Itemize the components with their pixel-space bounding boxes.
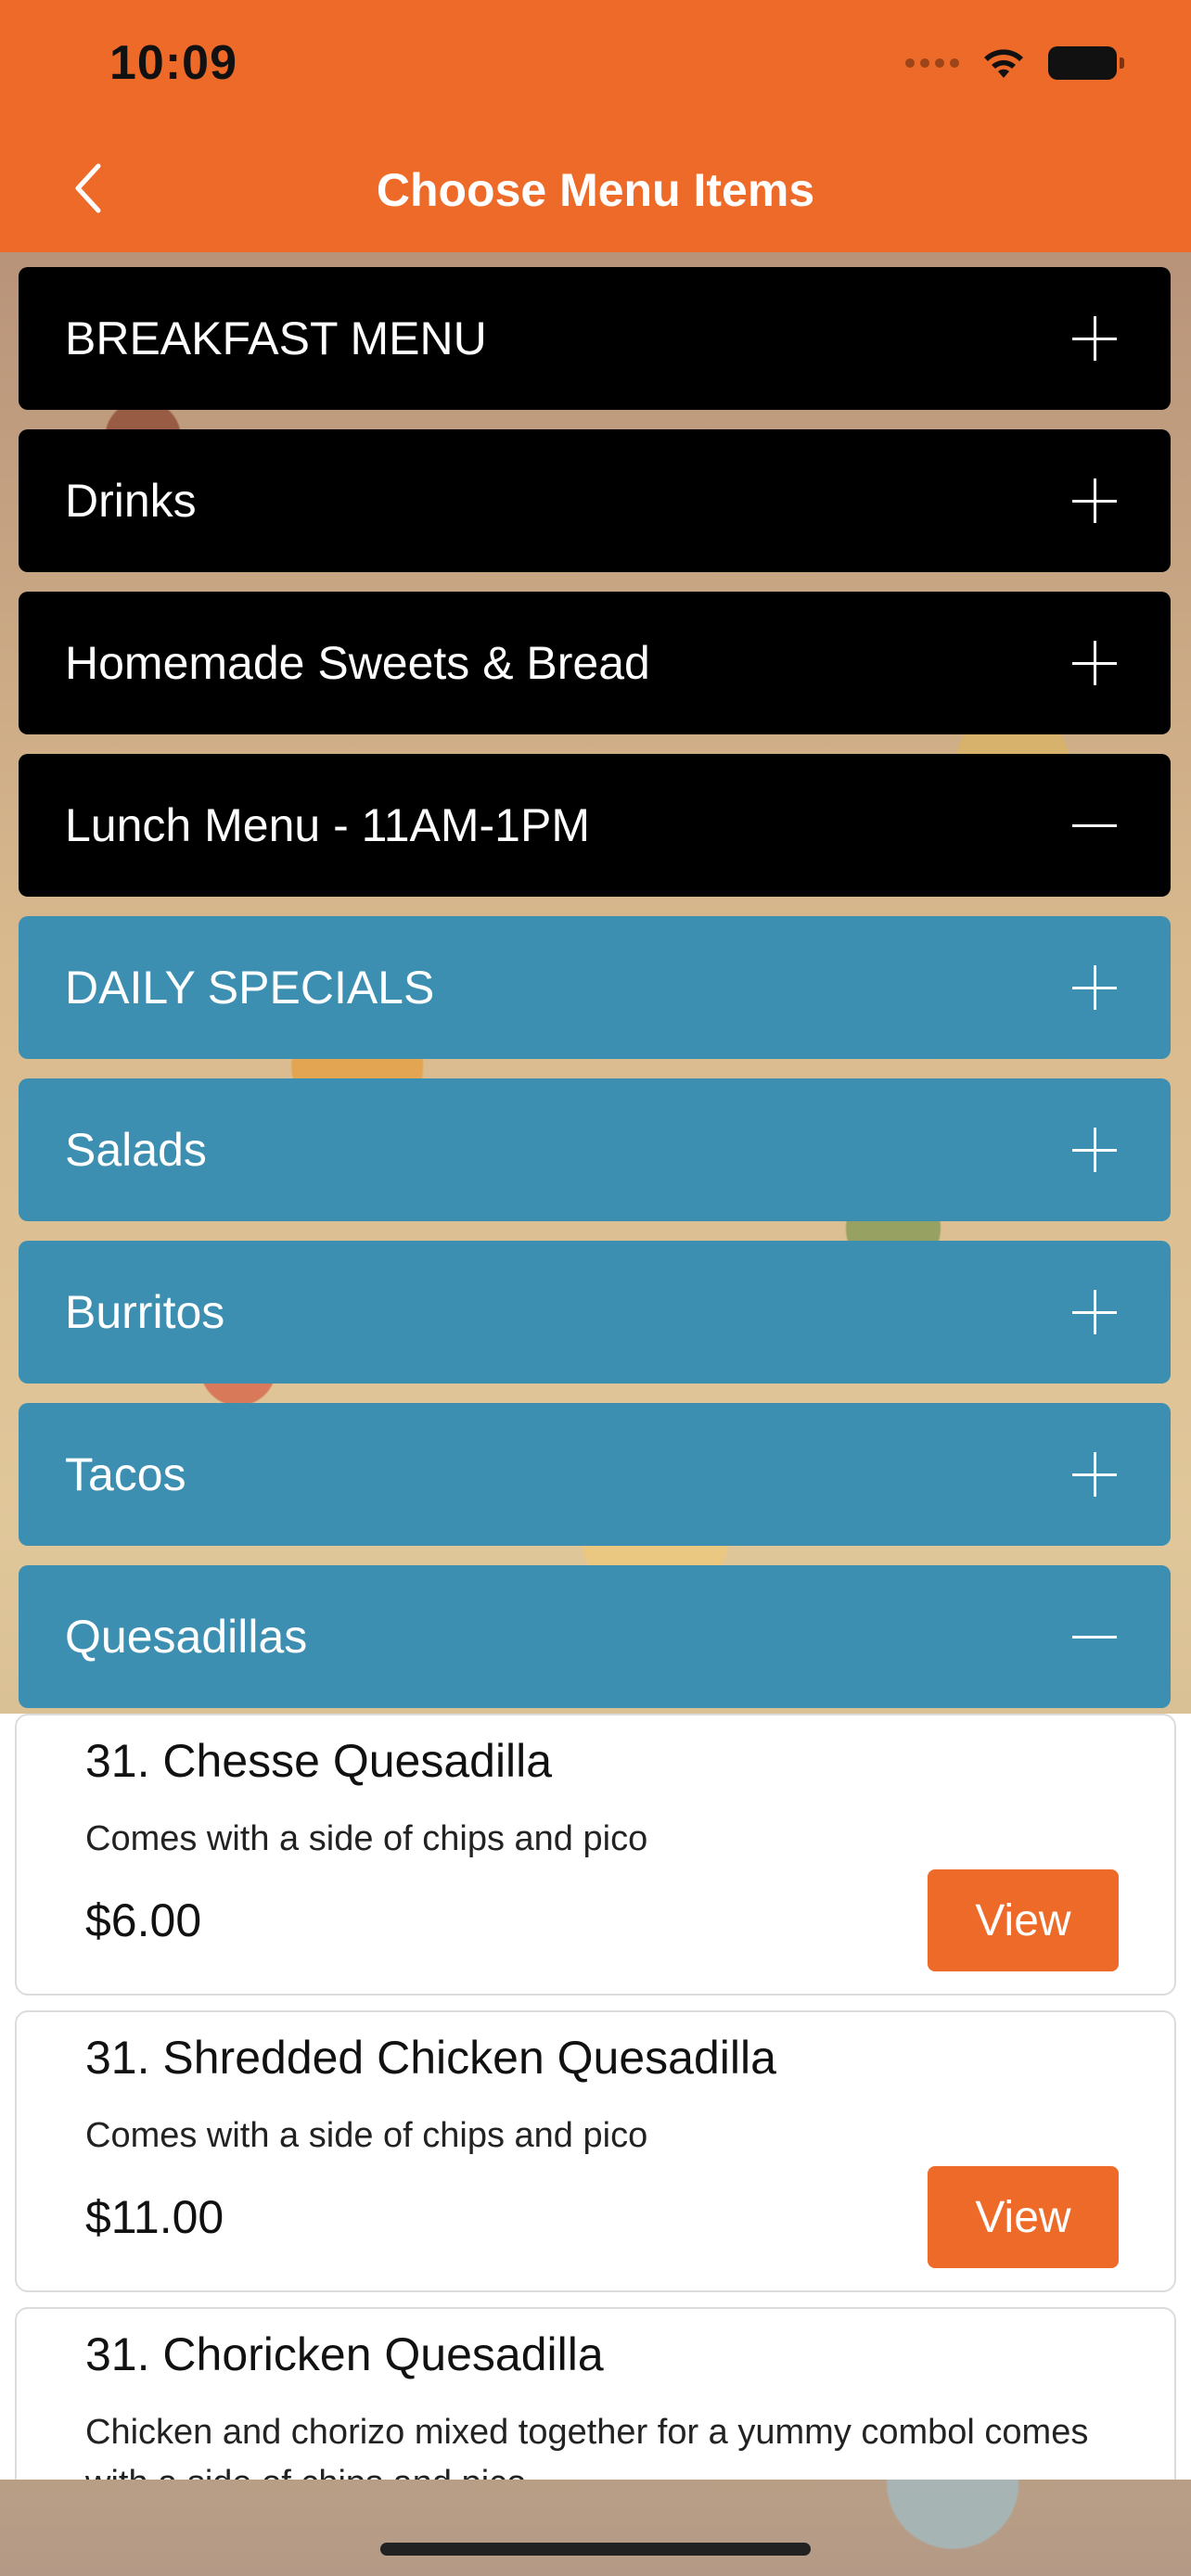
section-drinks[interactable]: Drinks	[19, 429, 1171, 572]
section-label: Homemade Sweets & Bread	[65, 637, 650, 689]
item-price: $11.00	[85, 2191, 224, 2243]
status-time: 10:09	[109, 36, 237, 90]
section-homemade-sweets[interactable]: Homemade Sweets & Bread	[19, 592, 1171, 734]
section-lunch-menu[interactable]: Lunch Menu - 11AM-1PM	[19, 754, 1171, 897]
subsection-burritos[interactable]: Burritos	[19, 1241, 1171, 1384]
page-title: Choose Menu Items	[376, 164, 815, 216]
item-name: 31. Shredded Chicken Quesadilla	[85, 2032, 776, 2084]
header: 10:09 Choose Menu Items	[0, 0, 1191, 252]
subsection-label: Tacos	[65, 1448, 186, 1500]
menu-items-list: 31. Chesse Quesadilla Comes with a side …	[0, 1714, 1191, 2480]
plus-icon	[1072, 1128, 1117, 1172]
status-icons	[905, 45, 1124, 82]
plus-icon	[1072, 641, 1117, 685]
item-name: 31. Chesse Quesadilla	[85, 1735, 553, 1787]
subsection-tacos[interactable]: Tacos	[19, 1403, 1171, 1546]
battery-icon	[1048, 46, 1124, 80]
subsection-label: Burritos	[65, 1286, 225, 1338]
minus-icon	[1072, 1614, 1117, 1659]
item-price: $6.00	[85, 1894, 202, 1946]
item-name: 31. Choricken Quesadilla	[85, 2328, 604, 2380]
section-breakfast-menu[interactable]: BREAKFAST MENU	[19, 267, 1171, 410]
item-description: Chicken and chorizo mixed together for a…	[85, 2413, 1089, 2480]
minus-icon	[1072, 803, 1117, 848]
menu-item-card: 31. Shredded Chicken Quesadilla Comes wi…	[15, 2010, 1176, 2292]
subsection-salads[interactable]: Salads	[19, 1078, 1171, 1221]
item-description: Comes with a side of chips and pico	[85, 2116, 648, 2155]
subsection-quesadillas[interactable]: Quesadillas	[19, 1565, 1171, 1708]
menu-item-card: 31. Choricken Quesadilla Chicken and cho…	[15, 2307, 1176, 2480]
subsection-daily-specials[interactable]: DAILY SPECIALS	[19, 916, 1171, 1059]
subsection-label: DAILY SPECIALS	[65, 962, 435, 1014]
cellular-signal-icon	[905, 58, 959, 68]
home-indicator	[380, 2543, 811, 2556]
view-button[interactable]: View	[928, 2166, 1119, 2268]
wifi-icon	[984, 49, 1023, 78]
plus-icon	[1072, 965, 1117, 1010]
view-button[interactable]: View	[928, 1869, 1119, 1971]
plus-icon	[1072, 316, 1117, 361]
item-description: Comes with a side of chips and pico	[85, 1819, 648, 1858]
section-label: BREAKFAST MENU	[65, 312, 487, 364]
subsection-label: Salads	[65, 1124, 207, 1176]
subsection-label: Quesadillas	[65, 1611, 308, 1663]
section-label: Drinks	[65, 475, 197, 527]
section-label: Lunch Menu - 11AM-1PM	[65, 799, 590, 851]
plus-icon	[1072, 1290, 1117, 1334]
plus-icon	[1072, 1452, 1117, 1497]
menu-item-card: 31. Chesse Quesadilla Comes with a side …	[15, 1714, 1176, 1996]
plus-icon	[1072, 478, 1117, 523]
